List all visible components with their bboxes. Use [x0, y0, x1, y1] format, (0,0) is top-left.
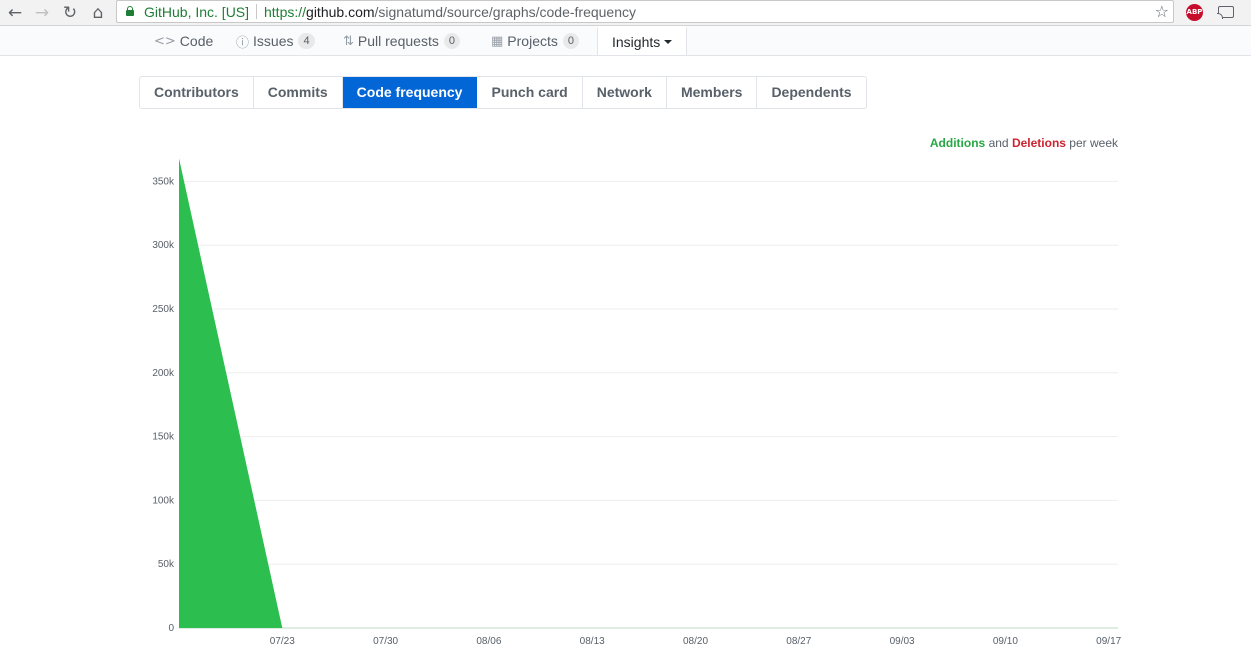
x-tick-label: 09/10 — [993, 636, 1018, 647]
y-tick-label: 100k — [152, 495, 175, 506]
x-tick-label: 09/03 — [890, 636, 915, 647]
code-frequency-chart: 0 50k 100k 150k 200k 250k 300k 350k 07/23 07/30 08… — [152, 158, 1122, 647]
x-tick-label: 07/23 — [270, 636, 295, 647]
x-tick-label: 08/20 — [683, 636, 708, 647]
y-tick-label: 0 — [168, 623, 174, 634]
x-tick-label: 08/27 — [786, 636, 811, 647]
y-tick-label: 300k — [152, 240, 175, 251]
x-tick-label: 08/06 — [476, 636, 501, 647]
x-tick-label: 07/30 — [373, 636, 398, 647]
series-area-additions — [179, 158, 1109, 628]
y-tick-label: 350k — [152, 176, 175, 187]
y-tick-label: 200k — [152, 368, 175, 379]
y-tick-label: 150k — [152, 432, 175, 443]
x-tick-label: 09/17 — [1096, 636, 1121, 647]
x-tick-label: 08/13 — [580, 636, 605, 647]
y-tick-label: 250k — [152, 304, 175, 315]
y-tick-label: 50k — [158, 559, 175, 570]
